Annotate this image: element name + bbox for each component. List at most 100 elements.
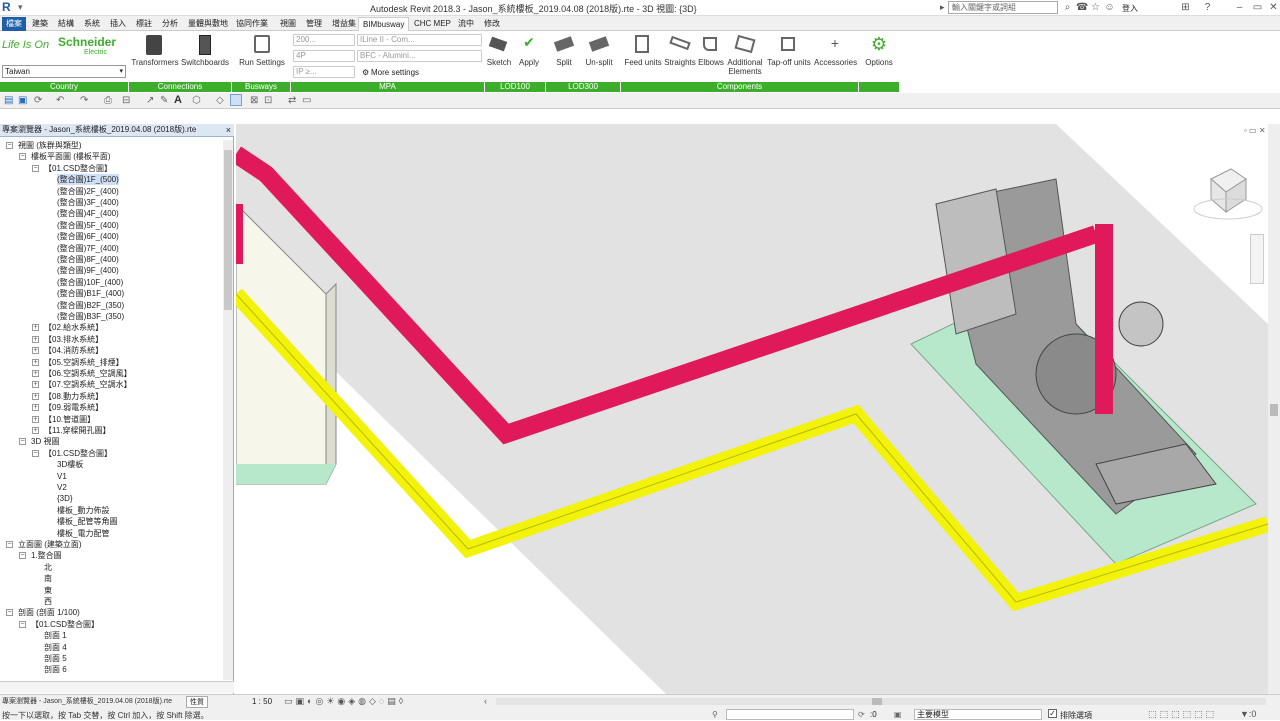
elbows-icon[interactable] [703,37,717,51]
poles-select[interactable]: 4P [293,50,355,62]
tree-expander[interactable]: + [32,415,39,423]
tree-expander[interactable]: − [19,552,26,560]
tree-item[interactable]: 1.整合圖 [31,550,62,561]
exclude-options-label[interactable]: 排除選項 [1060,710,1092,721]
rating-select[interactable]: 200... [293,34,355,46]
sketch-button[interactable]: Sketch [484,58,514,67]
tab-3[interactable]: 系統 [80,17,104,31]
tree-item[interactable]: 視圖 (族群與類型) [18,140,82,151]
tab-2[interactable]: 結構 [54,17,78,31]
tree-item[interactable]: 剖面 (剖面 1/100) [18,607,80,618]
tab-10[interactable]: 管理 [302,17,326,31]
country-select[interactable]: Taiwan ▾ [2,65,126,78]
tab-7[interactable]: 量體與敷地 [184,17,232,31]
scroll-left-icon[interactable]: ‹ [484,696,487,706]
browser-tab[interactable]: 專案瀏覽器 - Jason_系統樓板_2019.04.08 (2018版).rt… [2,696,172,706]
tree-expander[interactable]: + [32,427,39,434]
transformers-button[interactable]: Transformers [130,58,180,67]
view-control-icons[interactable]: ▭▣◐◎☀◉◈◍◇◌▤◊ [284,696,406,707]
tree-expander[interactable]: − [32,449,39,457]
tapoff-units-icon[interactable] [781,37,795,51]
tree-item[interactable]: (整合圖)B3F_(350) [57,311,124,322]
tree-item[interactable]: 【05.空調系統_排煙】 [44,357,124,368]
tree-item[interactable]: 樓板_動力佈設 [57,505,109,516]
tree-expander[interactable]: − [19,438,26,446]
tree-item[interactable]: 剖面 4 [44,642,67,653]
tree-item[interactable]: 【09.弱電系統】 [44,402,103,413]
tree-item[interactable]: 南 [44,573,52,584]
conductor-select[interactable]: BFC - Alumini... [357,50,482,62]
tree-item[interactable]: 剖面 1 [44,630,67,641]
options-button[interactable]: Options [862,58,896,67]
close-icon[interactable]: × [226,124,231,136]
more-settings-button[interactable]: More settings [371,68,419,77]
tree-item[interactable]: 【04.消防系統】 [44,345,103,356]
thin-lines-icon[interactable] [230,94,242,106]
tree-item[interactable]: (整合圖)B1F_(400) [57,288,124,299]
navigation-bar[interactable] [1250,234,1264,284]
tree-expander[interactable]: + [32,358,39,366]
tree-item[interactable]: 樓板_配管等角圖 [57,516,117,527]
tree-item[interactable]: 【01.CSD整合圖】 [31,619,99,630]
tree-item[interactable]: (整合圖)2F_(400) [57,186,119,197]
view-scale[interactable]: 1 : 50 [252,697,272,706]
view-window-controls-icon[interactable]: ▫ ▭ ✕ [1244,126,1266,135]
tab-12[interactable]: BIMbusway [358,17,410,31]
tab-1[interactable]: 建築 [28,17,52,31]
open-icon[interactable]: ▤ [4,95,13,106]
tree-item[interactable]: 【07.空調系統_空調水】 [44,379,132,390]
tree-item[interactable]: (整合圖)9F_(400) [57,265,119,276]
browser-scrollbar[interactable] [223,140,233,680]
additional-elements-icon[interactable] [734,34,756,54]
properties-tab[interactable]: 性質 [186,696,208,708]
save-icon[interactable]: ▣ [18,95,27,106]
tab-0[interactable]: 檔案 [2,17,26,31]
design-option-select[interactable]: 主要模型 [914,709,1042,720]
unsplit-icon[interactable] [588,36,610,52]
workset-icon[interactable]: ⚲ [712,710,718,719]
tree-item[interactable]: (整合圖)5F_(400) [57,220,119,231]
tree-item[interactable]: 【03.排水系統】 [44,334,103,345]
quick-open-icon[interactable]: ▾ [18,2,28,13]
tree-item[interactable]: 【10.管道圖】 [44,414,95,425]
tree-item[interactable]: 【06.空調系統_空調風】 [44,368,132,379]
tree-item[interactable]: 【08.動力系統】 [44,391,103,402]
tree-expander[interactable]: + [32,392,39,400]
search-arrow-icon[interactable]: ▸ [940,2,945,13]
tree-item[interactable]: 樓板平面圖 (樓板平面) [31,151,111,162]
switchboard-icon[interactable] [199,35,211,55]
straights-button[interactable]: Straights [662,58,698,67]
range-select[interactable]: ILine II - Com... [357,34,482,46]
run-settings-button[interactable]: Run Settings [236,58,288,67]
tree-item[interactable]: 【01.CSD整合圖】 [44,163,112,174]
tree-item[interactable]: (整合圖)8F_(400) [57,254,119,265]
section-icon[interactable]: ◇ [216,95,224,106]
tree-item[interactable]: (整合圖)4F_(400) [57,208,119,219]
tab-11[interactable]: 增益集 [328,17,360,31]
tree-item[interactable]: 樓板_電力配管 [57,528,109,539]
tree-item[interactable]: 東 [44,585,52,596]
feed-units-icon[interactable] [635,35,649,53]
switch-windows-icon[interactable]: ⊡ [264,95,272,106]
sync-icon[interactable]: ⟳ [34,95,42,106]
split-icon[interactable] [553,36,575,52]
feed-units-button[interactable]: Feed units [622,58,664,67]
exclude-options-checkbox[interactable]: ✓ [1048,709,1057,718]
tab-14[interactable]: 流中 [454,17,478,31]
tab-4[interactable]: 插入 [106,17,130,31]
search-input[interactable]: 輸入關鍵字或詞組 [948,1,1058,14]
dimension-icon[interactable]: ↗ [146,95,154,106]
tab-5[interactable]: 標註 [132,17,156,31]
accessories-button[interactable]: Accessories [814,58,857,67]
viewport-hscroll-thumb[interactable] [872,698,882,705]
close-window-icon[interactable]: ✕ [1268,2,1279,13]
viewport-vscroll-thumb[interactable] [1270,404,1278,416]
tree-item[interactable]: 剖面 5 [44,653,67,664]
workset-select[interactable] [726,709,854,720]
browser-hscrollbar[interactable] [0,681,234,693]
tree-expander[interactable]: + [32,370,39,377]
tree-expander[interactable]: − [6,609,13,617]
tree-item[interactable]: V2 [57,482,67,493]
close-hidden-icon[interactable]: ⊠ [250,95,258,106]
tree-item[interactable]: (整合圖)B2F_(350) [57,300,124,311]
